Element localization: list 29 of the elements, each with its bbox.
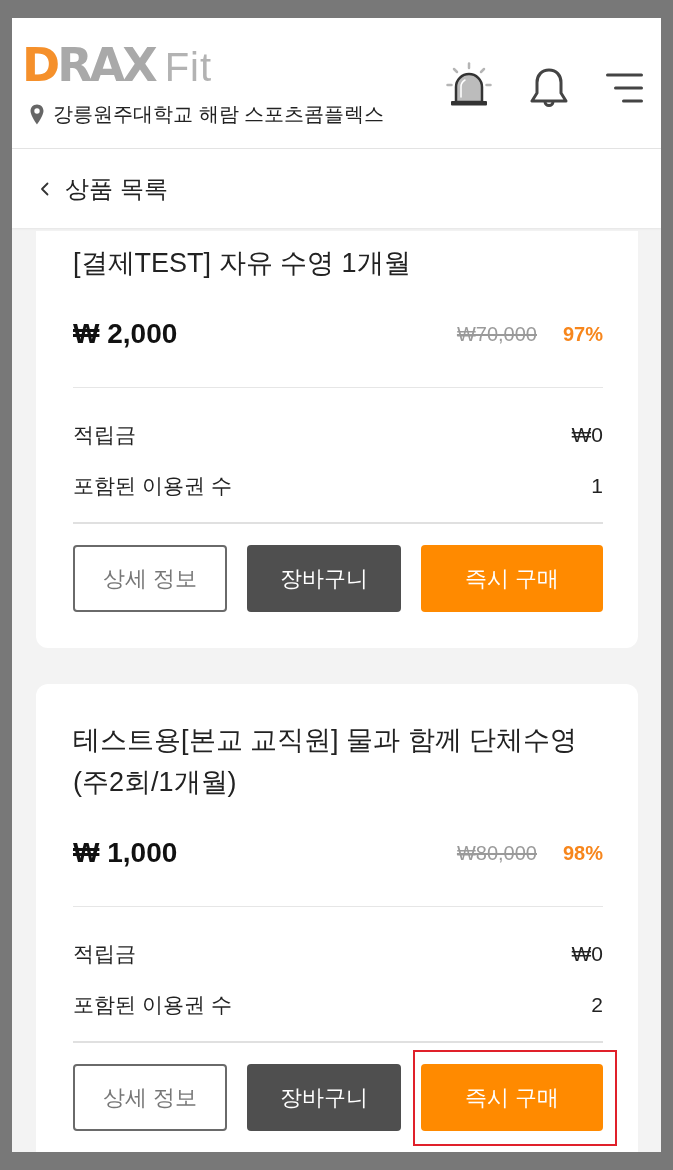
location-pin-icon bbox=[30, 104, 44, 125]
original-price: ₩80,000 bbox=[456, 841, 537, 865]
logo[interactable]: DRAX Fit bbox=[22, 42, 213, 88]
product-title: [결제TEST] 자유 수영 1개월 bbox=[73, 247, 412, 280]
menu-icon[interactable] bbox=[606, 73, 643, 103]
detail-label: 적립금 bbox=[73, 940, 136, 967]
product-title: 테스트용[본교 교직원] 물과 함께 단체수영(주2회/1개월) bbox=[73, 724, 578, 799]
detail-value: 2 bbox=[591, 992, 603, 1017]
discount-rate: 97% bbox=[562, 322, 603, 346]
detail-value: 1 bbox=[591, 473, 603, 498]
buy-button[interactable]: 즉시 구매 bbox=[421, 1064, 603, 1131]
cart-button[interactable]: 장바구니 bbox=[247, 545, 401, 612]
detail-label: 포함된 이용권 수 bbox=[73, 472, 232, 499]
cart-button[interactable]: 장바구니 bbox=[247, 1064, 401, 1131]
discount-rate: 98% bbox=[562, 841, 603, 865]
details-button[interactable]: 상세 정보 bbox=[73, 545, 227, 612]
page-title: 상품 목록 bbox=[65, 173, 168, 204]
detail-label: 적립금 bbox=[73, 421, 136, 448]
back-icon[interactable] bbox=[40, 181, 49, 196]
detail-value: ₩0 bbox=[571, 941, 603, 966]
buy-button[interactable]: 즉시 구매 bbox=[421, 545, 603, 612]
sale-price: ₩ 2,000 bbox=[73, 318, 179, 350]
location-name: 강릉원주대학교 해람 스포츠콤플렉스 bbox=[53, 102, 385, 127]
original-price: ₩70,000 bbox=[456, 322, 537, 346]
details-button[interactable]: 상세 정보 bbox=[73, 1064, 227, 1131]
siren-icon[interactable] bbox=[446, 62, 492, 106]
detail-value: ₩0 bbox=[571, 422, 603, 447]
sale-price: ₩ 1,000 bbox=[73, 837, 179, 869]
detail-label: 포함된 이용권 수 bbox=[73, 991, 232, 1018]
